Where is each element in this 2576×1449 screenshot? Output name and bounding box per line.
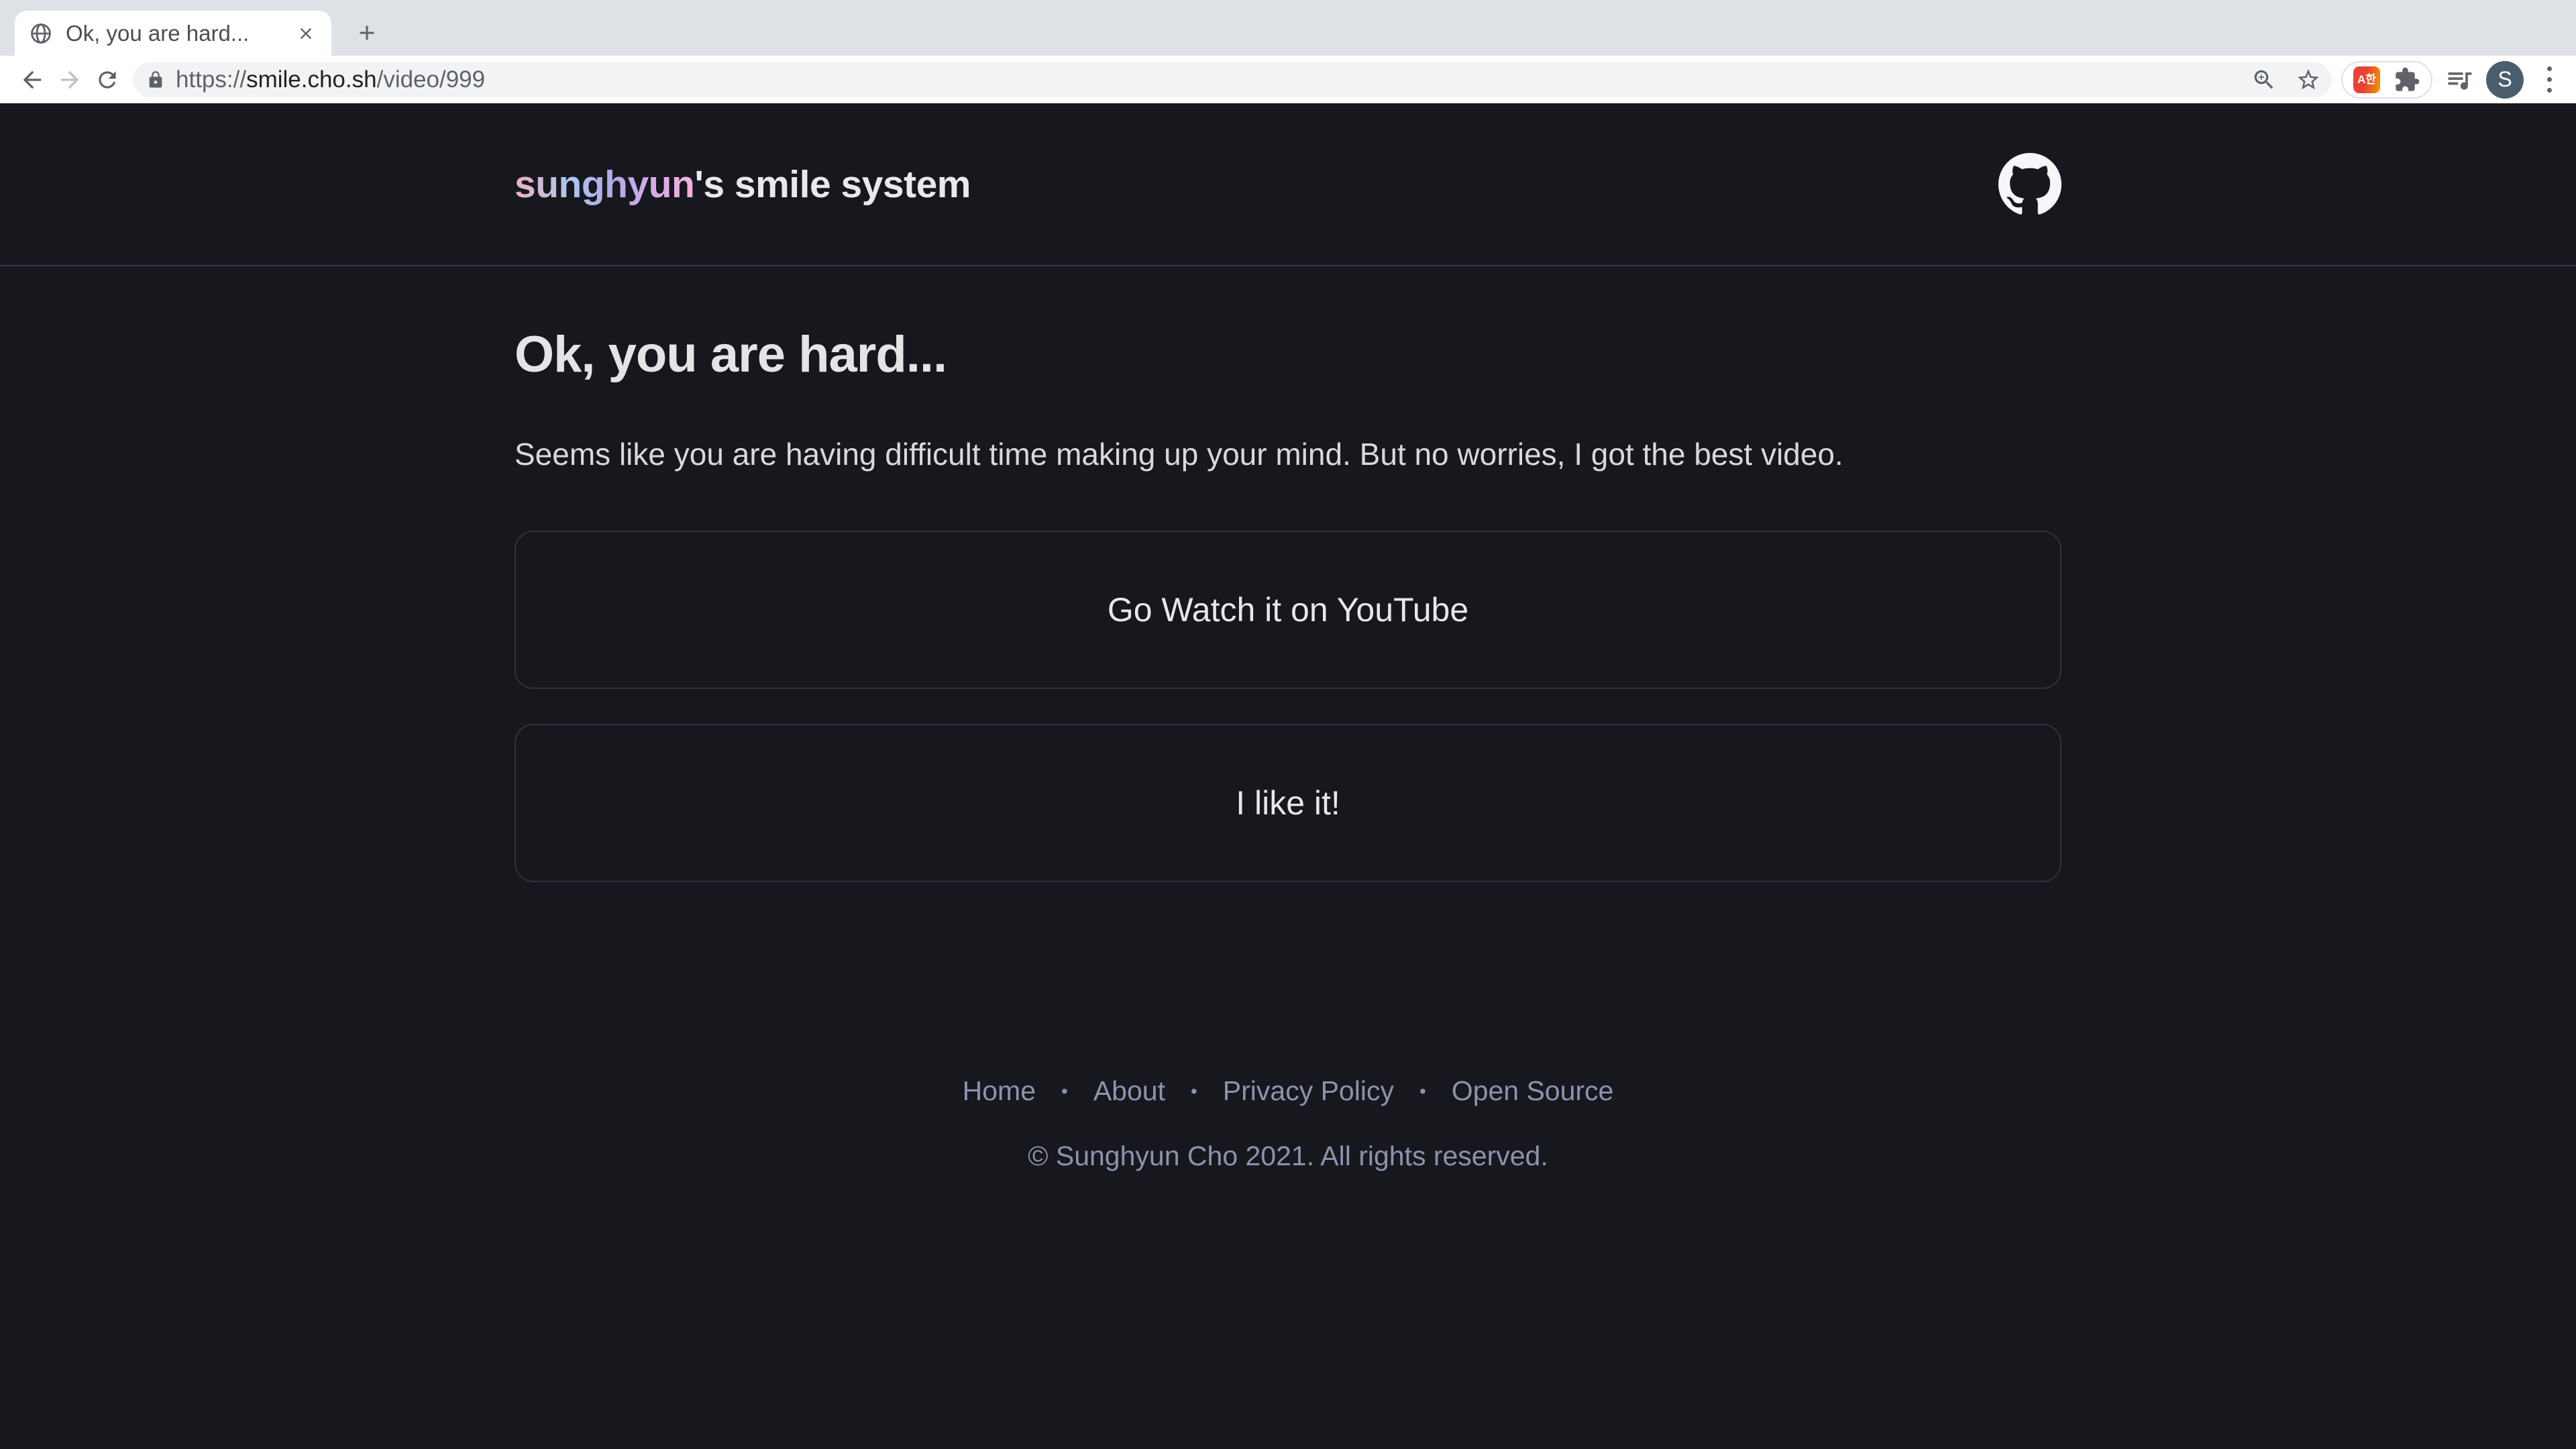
url-host: smile.cho.sh <box>246 66 377 93</box>
button-group: Go Watch it on YouTube I like it! <box>515 531 2061 882</box>
forward-icon[interactable] <box>51 61 89 99</box>
korean-extension-icon[interactable]: A한 <box>2353 66 2380 93</box>
new-tab-button[interactable] <box>347 13 386 52</box>
bookmark-star-icon[interactable] <box>2292 63 2325 97</box>
address-bar[interactable]: https://smile.cho.sh/video/999 <box>133 62 2332 97</box>
puzzle-extensions-icon[interactable] <box>2394 66 2420 93</box>
footer-link-about[interactable]: About <box>1093 1075 1165 1107</box>
media-controls-icon[interactable] <box>2445 65 2474 95</box>
footer-separator: • <box>1419 1081 1426 1102</box>
github-icon <box>1998 153 2061 216</box>
site-brand[interactable]: sunghyun's smile system <box>515 162 971 207</box>
chrome-menu-icon[interactable] <box>2536 61 2563 99</box>
footer-link-open-source[interactable]: Open Source <box>1452 1075 1614 1107</box>
profile-avatar[interactable]: S <box>2486 61 2524 99</box>
footer-link-privacy-policy[interactable]: Privacy Policy <box>1223 1075 1394 1107</box>
page-title: Ok, you are hard... <box>515 325 2061 384</box>
main-content: Ok, you are hard... Seems like you are h… <box>515 325 2061 882</box>
browser-toolbar: https://smile.cho.sh/video/999 A한 <box>0 56 2576 103</box>
github-link[interactable] <box>1998 153 2061 216</box>
site-footer: Home • About • Privacy Policy • Open Sou… <box>0 1075 2576 1172</box>
extensions-pill: A한 <box>2341 61 2432 99</box>
reload-icon[interactable] <box>89 61 126 99</box>
watch-youtube-button[interactable]: Go Watch it on YouTube <box>515 531 2061 689</box>
brand-rest-text: 's smile system <box>694 163 971 206</box>
tab-close-icon[interactable] <box>292 20 319 47</box>
browser-tab[interactable]: Ok, you are hard... <box>15 11 331 56</box>
footer-separator: • <box>1191 1081 1197 1102</box>
footer-link-home[interactable]: Home <box>963 1075 1036 1107</box>
tab-title: Ok, you are hard... <box>66 21 279 46</box>
footer-links: Home • About • Privacy Policy • Open Sou… <box>0 1075 2576 1107</box>
lock-icon[interactable] <box>146 70 165 89</box>
zoom-icon[interactable] <box>2247 63 2281 97</box>
like-it-button[interactable]: I like it! <box>515 724 2061 882</box>
footer-separator: • <box>1061 1081 1068 1102</box>
globe-favicon-icon <box>30 22 52 45</box>
site-header: sunghyun's smile system <box>0 103 2576 266</box>
url-text: https://smile.cho.sh/video/999 <box>176 66 485 93</box>
page-content: sunghyun's smile system Ok, you are hard… <box>0 103 2576 1449</box>
back-icon[interactable] <box>13 61 51 99</box>
brand-gradient-text: sunghyun <box>515 163 694 206</box>
copyright-text: © Sunghyun Cho 2021. All rights reserved… <box>0 1140 2576 1172</box>
tab-strip: Ok, you are hard... <box>0 0 2576 56</box>
page-description: Seems like you are having difficult time… <box>515 421 2061 487</box>
